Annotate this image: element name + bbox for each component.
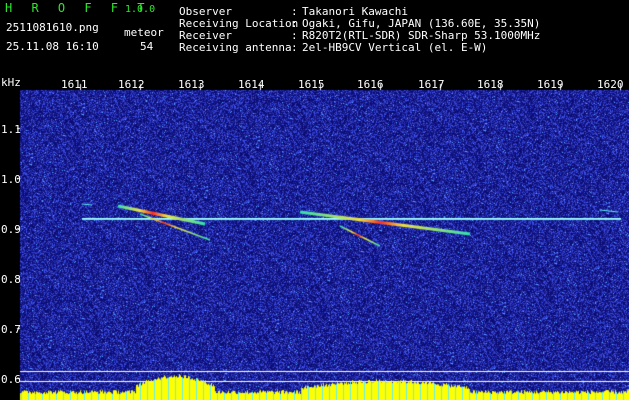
time-label: 1619 bbox=[537, 78, 564, 91]
file-name: 2511081610.png bbox=[6, 21, 99, 34]
spectrogram-canvas bbox=[0, 74, 629, 400]
info-value-antenna: 2el-HB9CV Vertical (el. E-W) bbox=[302, 41, 488, 54]
time-label: 1614 bbox=[238, 78, 265, 91]
y-axis-unit: kHz bbox=[1, 76, 21, 89]
freq-label: 0.8 bbox=[1, 273, 21, 286]
freq-label: 1.0 bbox=[1, 173, 21, 186]
time-label: 1617 bbox=[418, 78, 445, 91]
app-version: 1.0.0 bbox=[125, 4, 156, 15]
time-label: 1616 bbox=[357, 78, 384, 91]
info-separator: : bbox=[291, 41, 298, 54]
time-label: 1612 bbox=[118, 78, 145, 91]
time-label: 1618 bbox=[477, 78, 504, 91]
time-label: 1613 bbox=[178, 78, 205, 91]
hrofft-window: H R O F F T 1.0.0 2511081610.png meteor … bbox=[0, 0, 629, 400]
time-label: 1611 bbox=[61, 78, 88, 91]
time-label: 1615 bbox=[298, 78, 325, 91]
meteor-label: meteor bbox=[124, 26, 164, 39]
freq-label: 0.6 bbox=[1, 373, 21, 386]
file-datetime: 25.11.08 16:10 bbox=[6, 40, 99, 53]
freq-label: 1.1 bbox=[1, 123, 21, 136]
freq-label: 0.7 bbox=[1, 323, 21, 336]
meteor-count: 54 bbox=[140, 40, 154, 53]
freq-label: 0.9 bbox=[1, 223, 21, 236]
info-label-antenna: Receiving antenna bbox=[179, 41, 292, 54]
time-label: 1620 bbox=[597, 78, 624, 91]
